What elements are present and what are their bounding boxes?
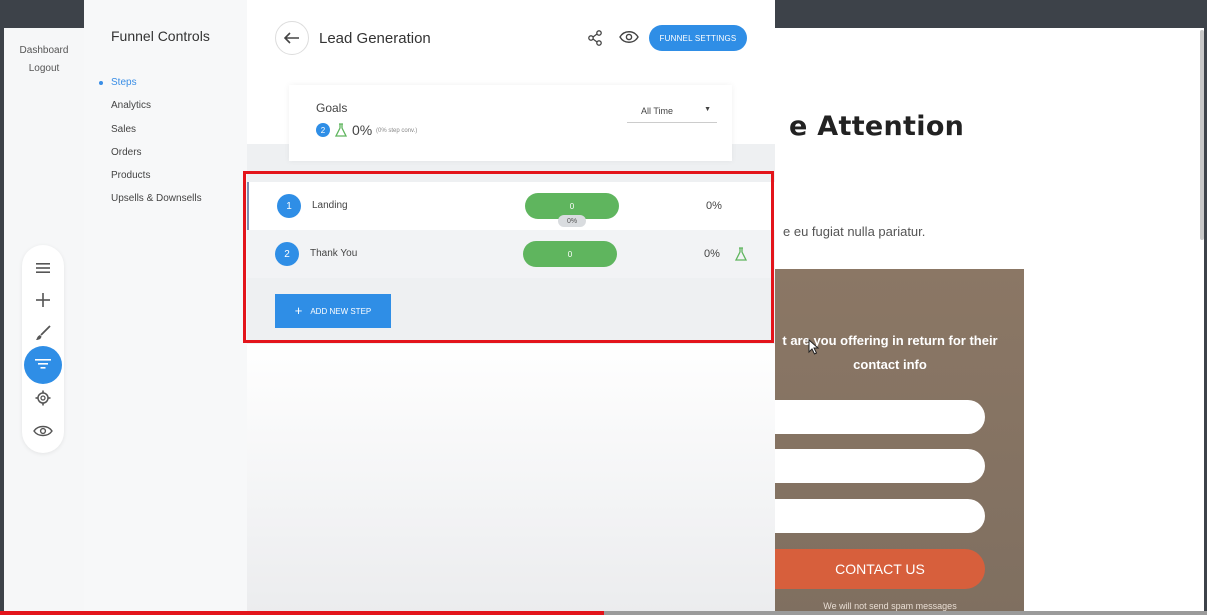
logout-link[interactable]: Logout xyxy=(4,63,84,74)
sidebar-item-steps[interactable]: Steps xyxy=(99,76,202,99)
funnel-controls-sidebar: Funnel Controls Steps Analytics Sales Or… xyxy=(84,0,247,615)
time-range-select[interactable]: All Time ▼ xyxy=(627,102,717,123)
sidebar-item-label: Upsells & Downsells xyxy=(111,193,202,205)
gear-icon[interactable] xyxy=(30,385,56,411)
brush-icon[interactable] xyxy=(30,320,56,346)
sidebar-item-analytics[interactable]: Analytics xyxy=(111,99,202,122)
goals-label: Goals xyxy=(316,101,348,115)
back-button[interactable] xyxy=(275,21,309,55)
active-dot xyxy=(99,81,103,85)
goals-conversion: (0% step conv.) xyxy=(376,128,418,134)
eye-icon[interactable] xyxy=(30,418,56,444)
preview-optin-form: t are you offering in return for their c… xyxy=(775,269,1024,615)
sidebar-item-label: Steps xyxy=(111,77,137,88)
caret-down-icon: ▼ xyxy=(704,106,711,113)
goals-count-badge: 2 xyxy=(316,123,330,137)
arrow-left-icon xyxy=(284,32,299,44)
goals-percent: 0% xyxy=(352,122,373,138)
funnel-filter-icon[interactable] xyxy=(24,346,62,384)
sidebar-menu: Steps Analytics Sales Orders Products Up… xyxy=(99,76,202,216)
spam-note: We will not send spam messages xyxy=(823,601,957,611)
sidebar-item-products[interactable]: Products xyxy=(111,169,202,192)
editor-toolbar xyxy=(22,245,64,453)
sidebar-item-label: Analytics xyxy=(111,100,152,112)
preview-eye-icon[interactable] xyxy=(619,30,639,49)
form-field[interactable] xyxy=(775,499,985,533)
steps-highlight-box xyxy=(243,171,774,343)
page-title: Lead Generation xyxy=(319,30,431,47)
goals-card: Goals 2 0% (0% step conv.) All Time ▼ xyxy=(289,85,732,161)
funnel-settings-button[interactable]: FUNNEL SETTINGS xyxy=(649,25,747,51)
flask-icon xyxy=(334,123,348,142)
sidebar-title: Funnel Controls xyxy=(111,28,210,44)
sidebar-item-label: Orders xyxy=(111,146,142,158)
sidebar-item-label: Products xyxy=(111,170,151,182)
mouse-cursor-icon xyxy=(808,338,820,360)
app-left-nav: Dashboard Logout xyxy=(4,28,84,615)
preview-headline: e Attention xyxy=(789,111,965,142)
time-range-value: All Time xyxy=(641,106,674,116)
sidebar-item-sales[interactable]: Sales xyxy=(111,123,202,146)
share-icon[interactable] xyxy=(587,30,603,51)
plus-icon[interactable] xyxy=(30,287,56,313)
sidebar-item-upsells[interactable]: Upsells & Downsells xyxy=(111,192,202,215)
video-progress-fill xyxy=(0,611,604,615)
sidebar-item-label: Sales xyxy=(111,123,137,135)
contact-us-button[interactable]: CONTACT US xyxy=(775,549,985,589)
form-field[interactable] xyxy=(775,449,985,483)
dashboard-link[interactable]: Dashboard xyxy=(4,45,84,56)
preview-body-text: e eu fugiat nulla pariatur. xyxy=(783,224,926,239)
form-field[interactable] xyxy=(775,400,985,434)
menu-icon[interactable] xyxy=(30,255,56,281)
preview-scrollbar[interactable] xyxy=(1200,30,1204,240)
sidebar-item-orders[interactable]: Orders xyxy=(111,146,202,169)
page-preview: e Attention e eu fugiat nulla pariatur. … xyxy=(775,28,1204,615)
